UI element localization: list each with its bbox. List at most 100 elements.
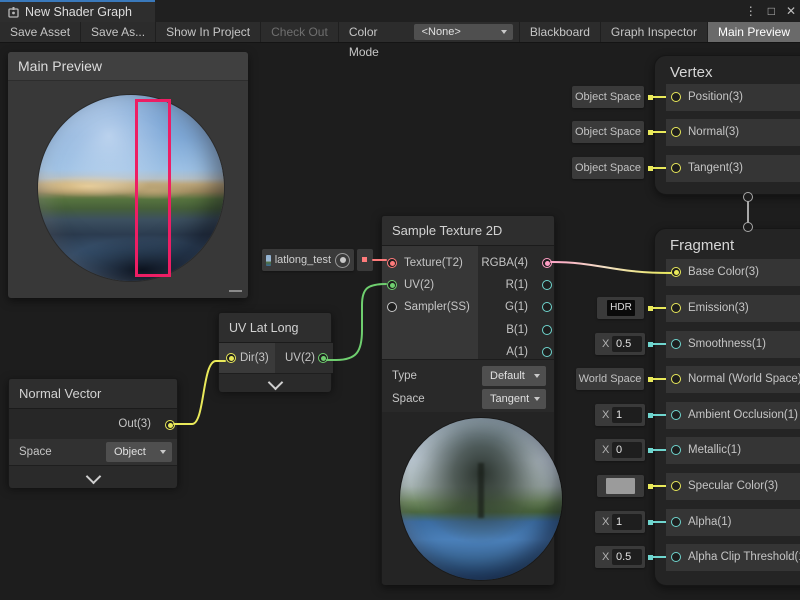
rgba-output-label: RGBA(4) <box>481 255 528 271</box>
texture-input-port[interactable] <box>387 258 397 268</box>
alpha-clip-port-label: Alpha Clip Threshold(1) <box>688 544 800 571</box>
dir-input-port[interactable] <box>226 353 236 363</box>
uv-output-port[interactable] <box>318 353 328 363</box>
alpha-clip-port[interactable] <box>671 552 681 562</box>
show-in-project-button[interactable]: Show In Project <box>156 22 261 42</box>
texture-asset-field[interactable]: latlong_test <box>262 249 354 271</box>
sampler-input-port[interactable] <box>387 302 397 312</box>
alpha-port[interactable] <box>671 517 681 527</box>
vertex-row-position: Object Space Position(3) <box>572 84 800 111</box>
vertex-title: Vertex <box>670 64 713 81</box>
panel-resize-handle[interactable] <box>229 290 242 292</box>
sampler-input-label: Sampler(SS) <box>404 299 470 315</box>
uv-lat-long-header[interactable]: UV Lat Long <box>219 313 331 343</box>
b-output-port[interactable] <box>542 325 552 335</box>
alpha-value-chip[interactable]: X 1 <box>595 511 645 533</box>
tangent-space-chip[interactable]: Object Space <box>572 157 644 179</box>
hdr-badge[interactable]: HDR <box>607 300 635 316</box>
x-label: X <box>602 333 609 355</box>
metallic-value-field[interactable]: 0 <box>612 442 642 458</box>
main-preview-toggle-button[interactable]: Main Preview <box>707 22 800 42</box>
tangent-port[interactable] <box>671 163 681 173</box>
base-color-port[interactable] <box>671 267 681 277</box>
smoothness-port-label: Smoothness(1) <box>688 331 766 358</box>
texture-asset-port-dot <box>362 257 367 262</box>
save-asset-button[interactable]: Save Asset <box>0 22 81 42</box>
tangent-port-label: Tangent(3) <box>688 155 743 182</box>
out-row <box>9 409 177 439</box>
color-mode-label: Color Mode <box>339 22 414 42</box>
vertex-row-normal: Object Space Normal(3) <box>572 119 800 146</box>
position-space-chip[interactable]: Object Space <box>572 86 644 108</box>
ao-value-chip[interactable]: X 1 <box>595 404 645 426</box>
main-preview-header[interactable]: Main Preview <box>8 52 248 81</box>
stack-connector-top-node[interactable] <box>743 192 753 202</box>
close-icon[interactable]: ✕ <box>786 0 796 22</box>
save-as-button[interactable]: Save As... <box>81 22 156 42</box>
node-divider <box>382 359 554 360</box>
normal-vector-node[interactable]: Normal Vector Out(3) Space Object <box>8 378 178 486</box>
sample-texture-title: Sample Texture 2D <box>382 216 554 246</box>
r-output-port[interactable] <box>542 280 552 290</box>
smoothness-value-field[interactable]: 0.5 <box>612 336 642 352</box>
collapse-row[interactable] <box>9 465 177 488</box>
fragment-row-ambient-occlusion: X 1 Ambient Occlusion(1) <box>572 402 800 429</box>
type-dropdown[interactable]: Default <box>482 366 546 386</box>
metallic-value-chip[interactable]: X 0 <box>595 439 645 461</box>
position-port-label: Position(3) <box>688 84 743 111</box>
texture-input-label: Texture(T2) <box>404 255 463 271</box>
a-output-port[interactable] <box>542 347 552 357</box>
fragment-row-alpha-clip: X 0.5 Alpha Clip Threshold(1) <box>572 544 800 571</box>
specular-port[interactable] <box>671 481 681 491</box>
nv-space-dropdown[interactable]: Object <box>106 442 172 462</box>
stack-connector-bottom-node[interactable] <box>743 222 753 232</box>
alpha-clip-value-field[interactable]: 0.5 <box>612 549 642 565</box>
title-bar: New Shader Graph ⋮ □ ✕ <box>0 0 800 23</box>
normal-vector-header[interactable]: Normal Vector <box>9 379 177 409</box>
type-label: Type <box>392 368 417 384</box>
space-dropdown[interactable]: Tangent <box>482 389 546 409</box>
base-color-port-label: Base Color(3) <box>688 259 759 286</box>
emission-port[interactable] <box>671 303 681 313</box>
graph-inspector-toggle-button[interactable]: Graph Inspector <box>600 22 707 42</box>
normal-ws-port[interactable] <box>671 374 681 384</box>
texture-asset-name: latlong_test <box>275 254 331 266</box>
alpha-value-field[interactable]: 1 <box>612 514 642 530</box>
window-menu-icon[interactable]: ⋮ <box>745 0 757 22</box>
r-output-label: R(1) <box>506 277 528 293</box>
sample-texture-2d-node[interactable]: Sample Texture 2D Texture(T2) UV(2) Samp… <box>381 215 555 585</box>
uv-input-port[interactable] <box>387 280 397 290</box>
alpha-row-box[interactable] <box>666 509 800 536</box>
normal-ws-port-label: Normal (World Space)(3) <box>688 366 800 393</box>
uv-lat-long-node[interactable]: UV Lat Long Dir(3) UV(2) <box>218 312 332 390</box>
alpha-clip-value-chip[interactable]: X 0.5 <box>595 546 645 568</box>
collapse-row[interactable] <box>219 373 331 392</box>
main-preview-sphere[interactable] <box>38 95 224 281</box>
ao-port[interactable] <box>671 410 681 420</box>
main-preview-panel[interactable]: Main Preview <box>8 52 248 298</box>
specular-color-chip[interactable] <box>597 475 644 497</box>
specular-color-swatch[interactable] <box>606 478 635 494</box>
chevron-down-icon[interactable] <box>86 469 102 485</box>
smoothness-value-chip[interactable]: X 0.5 <box>595 333 645 355</box>
rgba-output-port[interactable] <box>542 258 552 268</box>
ao-value-field[interactable]: 1 <box>612 407 642 423</box>
position-port[interactable] <box>671 92 681 102</box>
object-picker-icon[interactable] <box>335 253 350 268</box>
color-mode-dropdown[interactable]: <None> <box>414 24 513 40</box>
normal-ws-space-chip[interactable]: World Space <box>576 368 644 390</box>
tab-new-shader-graph[interactable]: New Shader Graph <box>0 0 155 22</box>
normal-port[interactable] <box>671 127 681 137</box>
chevron-down-icon[interactable] <box>268 375 284 391</box>
emission-hdr-chip[interactable]: HDR <box>597 297 644 319</box>
blackboard-toggle-button[interactable]: Blackboard <box>519 22 600 42</box>
normal-space-chip[interactable]: Object Space <box>572 121 644 143</box>
metallic-port[interactable] <box>671 445 681 455</box>
sample-texture-header[interactable]: Sample Texture 2D <box>382 216 554 246</box>
g-output-label: G(1) <box>505 299 528 315</box>
smoothness-port[interactable] <box>671 339 681 349</box>
g-output-port[interactable] <box>542 302 552 312</box>
out-port[interactable] <box>165 420 175 430</box>
maximize-icon[interactable]: □ <box>768 0 775 22</box>
texture-asset-port-chip[interactable] <box>357 249 373 271</box>
